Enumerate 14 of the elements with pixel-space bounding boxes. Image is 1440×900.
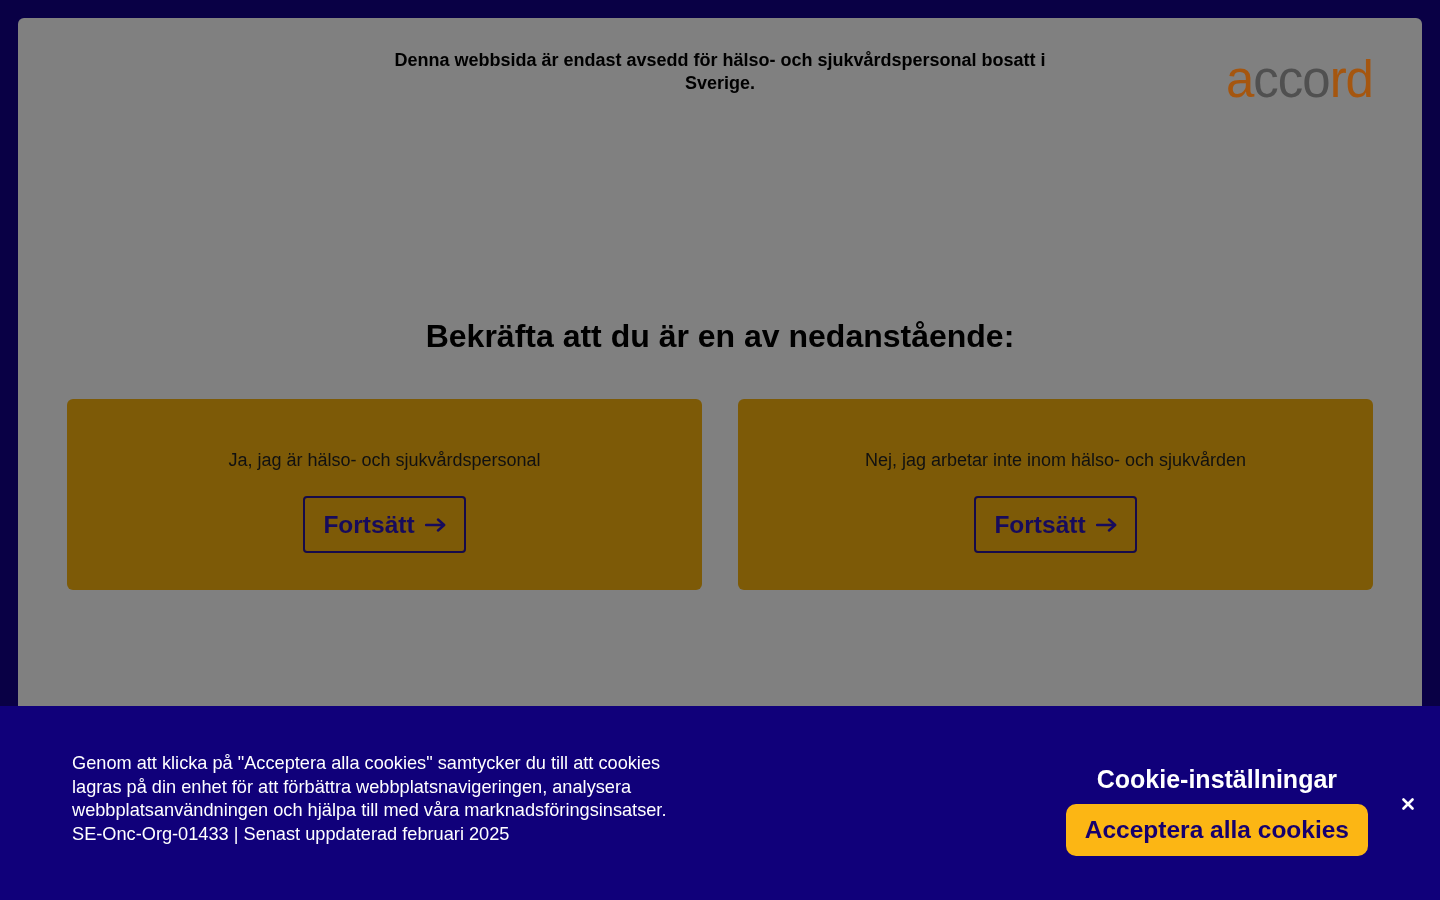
continue-button[interactable]: Fortsätt xyxy=(303,496,466,554)
notice-text: Denna webbsida är endast avsedd för hälso- och sjukvårdspersonal bosatt i Sverige. xyxy=(393,49,1047,95)
continue-button[interactable]: Fortsätt xyxy=(974,496,1137,554)
page-heading: Bekräfta att du är en av nedanstående: xyxy=(424,317,1016,356)
option-text: Ja, jag är hälso- och sjukvårdspersonal xyxy=(228,449,541,472)
close-icon xyxy=(1402,798,1414,810)
arrow-right-icon xyxy=(424,517,446,532)
cookie-settings-link[interactable]: Cookie-inställningar xyxy=(1096,764,1338,794)
accept-cookies-button[interactable]: Acceptera alla cookies xyxy=(1065,804,1368,856)
arrow-right-icon xyxy=(1095,517,1117,532)
option-text: Nej, jag arbetar inte inom hälso- och sjukvården xyxy=(864,449,1247,472)
logo[interactable]: accord xyxy=(1225,54,1373,105)
close-button[interactable] xyxy=(1400,796,1416,812)
cookie-notice-text: Genom att klicka på "Acceptera alla cookies" samtycker du till att cookies lagras på din enhet för att förbättra webbplatsnavigeringen, analysera webbplatsanvändningen och hjälpa till med våra marknadsföringsinsatser. SE-Onc-Org-01433 | Senast uppdaterad februari 2025 xyxy=(72,752,668,846)
